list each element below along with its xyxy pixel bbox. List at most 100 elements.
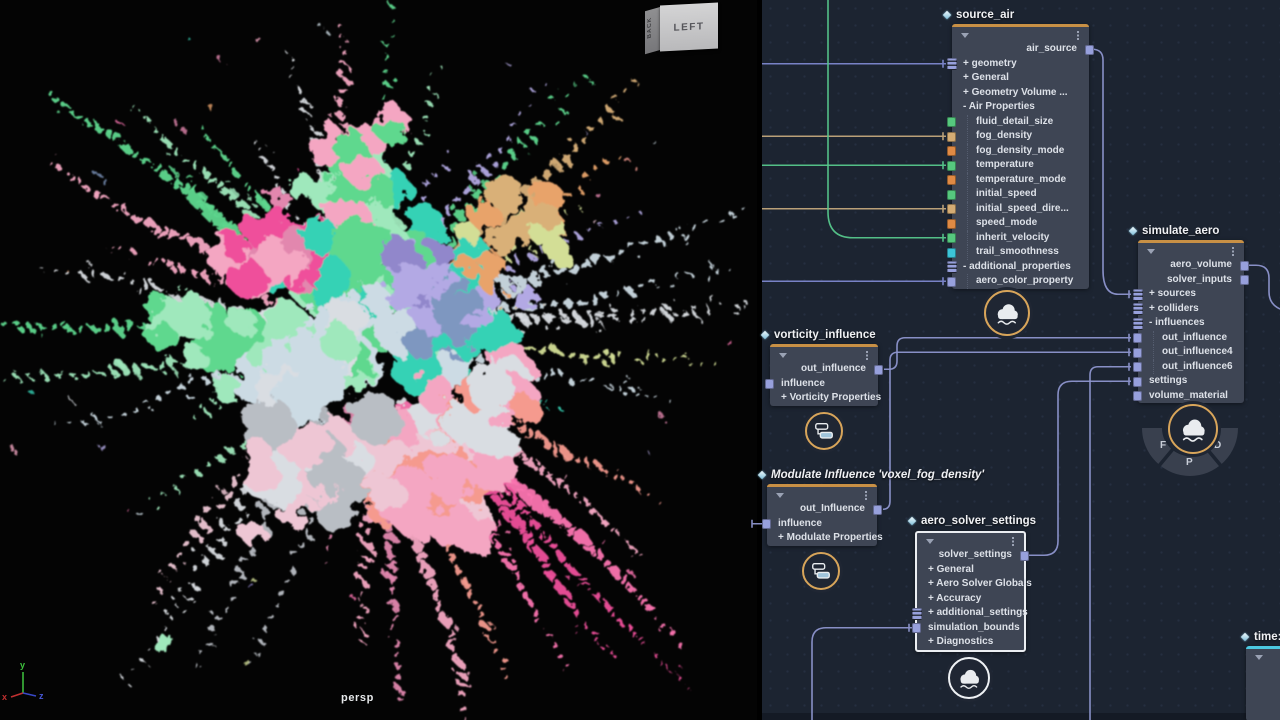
collapse-triangle-icon[interactable] (779, 353, 787, 358)
attr-row[interactable]: out_influence4 (1138, 345, 1244, 360)
attr-row[interactable]: trail_smoothness (952, 245, 1089, 260)
attr-row[interactable]: volume_material (1138, 389, 1244, 404)
port-solver-inputs[interactable] (1240, 275, 1249, 285)
node-aero-solver-settings[interactable]: aero_solver_settings solver_settings + G… (915, 531, 1026, 652)
attr-row[interactable]: initial_speed (952, 187, 1089, 202)
node-time[interactable]: time: (1246, 646, 1280, 720)
attr-row[interactable]: + Diagnostics (917, 635, 1024, 650)
port-air-source[interactable] (1085, 45, 1094, 55)
attr-row[interactable]: + Aero Solver Globals (917, 577, 1024, 592)
port-geometry[interactable] (947, 58, 957, 70)
vorticity-node-icon[interactable] (805, 412, 843, 450)
attr-row[interactable]: + Vorticity Properties (770, 391, 878, 406)
attr-row[interactable]: aero_color_property (952, 274, 1089, 289)
port-out-influence[interactable] (874, 365, 883, 375)
attr-row[interactable]: speed_mode (952, 216, 1089, 231)
port-out-influence6[interactable] (1133, 362, 1142, 372)
port-aero-volume[interactable] (1240, 261, 1249, 271)
output-row[interactable]: solver_inputs (1138, 273, 1244, 288)
port-influences[interactable] (1133, 318, 1143, 330)
port-influence[interactable] (765, 379, 774, 389)
port-sources[interactable] (1133, 289, 1143, 301)
node-vorticity-influence[interactable]: vorticity_influence out_influence influe… (770, 344, 878, 406)
output-row[interactable]: solver_settings (917, 548, 1024, 563)
port-fluid-detail-size[interactable] (947, 117, 956, 127)
attr-row[interactable]: + geometry (952, 57, 1089, 72)
output-row[interactable]: aero_volume (1138, 258, 1244, 273)
port-additional-settings[interactable] (912, 608, 922, 620)
port-speed-mode[interactable] (947, 219, 956, 229)
attr-row[interactable]: + Modulate Properties (767, 531, 877, 546)
attr-row[interactable]: simulation_bounds (917, 621, 1024, 636)
solver-node-icon[interactable] (948, 657, 990, 699)
collapse-triangle-icon[interactable] (1255, 655, 1263, 660)
port-temperature-mode[interactable] (947, 175, 956, 185)
dial-button-f[interactable]: F (1160, 440, 1166, 451)
port-out-influence[interactable] (873, 505, 882, 515)
port-volume-material[interactable] (1133, 391, 1142, 401)
port-influence[interactable] (762, 519, 771, 529)
attr-row[interactable]: settings (1138, 374, 1244, 389)
collapse-triangle-icon[interactable] (776, 493, 784, 498)
simulate-node-icon[interactable] (1168, 404, 1218, 454)
node-title[interactable]: vorticity_influence (762, 329, 876, 341)
node-source-air[interactable]: source_air air_source + geometry + Gener… (952, 24, 1089, 289)
attr-row[interactable]: + sources (1138, 287, 1244, 302)
view-cube[interactable]: BACK LEFT (645, 2, 723, 60)
port-out-influence[interactable] (1133, 333, 1142, 343)
menu-dots-icon[interactable] (865, 491, 867, 493)
port-fog-density-mode[interactable] (947, 146, 956, 156)
attr-row[interactable]: fog_density (952, 129, 1089, 144)
attr-row[interactable]: initial_speed_dire... (952, 202, 1089, 217)
port-initial-speed[interactable] (947, 190, 956, 200)
collapse-triangle-icon[interactable] (1147, 249, 1155, 254)
viewport-3d[interactable]: BACK LEFT y x z persp (0, 0, 757, 720)
attr-row[interactable]: - influences (1138, 316, 1244, 331)
port-colliders[interactable] (1133, 303, 1143, 315)
attr-row[interactable]: temperature (952, 158, 1089, 173)
attr-row[interactable]: - additional_properties (952, 260, 1089, 275)
collapse-triangle-icon[interactable] (926, 539, 934, 544)
attr-row[interactable]: + Geometry Volume ... (952, 86, 1089, 101)
attr-row[interactable]: temperature_mode (952, 173, 1089, 188)
menu-dots-icon[interactable] (1077, 31, 1079, 33)
node-simulate-aero[interactable]: simulate_aero aero_volume solver_inputs … (1138, 240, 1244, 403)
port-initial-speed-direction[interactable] (947, 204, 956, 214)
modulate-node-icon[interactable] (802, 552, 840, 590)
node-title[interactable]: time: (1242, 631, 1280, 643)
dial-button-p[interactable]: P (1186, 457, 1193, 468)
node-title[interactable]: simulate_aero (1130, 225, 1219, 237)
attr-row[interactable]: + additional_settings (917, 606, 1024, 621)
attr-row[interactable]: inherit_velocity (952, 231, 1089, 246)
source-air-node-icon[interactable] (984, 290, 1030, 336)
port-settings[interactable] (1133, 377, 1142, 387)
menu-dots-icon[interactable] (1012, 537, 1014, 539)
collapse-triangle-icon[interactable] (961, 33, 969, 38)
dial-button-d[interactable]: D (1214, 440, 1221, 451)
port-inherit-velocity[interactable] (947, 233, 956, 243)
output-row[interactable]: air_source (952, 42, 1089, 57)
port-simulation-bounds[interactable] (912, 623, 921, 633)
port-out-influence4[interactable] (1133, 348, 1142, 358)
node-title[interactable]: Modulate Influence 'voxel_fog_density' (759, 469, 984, 481)
port-solver-settings[interactable] (1020, 551, 1029, 561)
view-cube-face-left[interactable]: LEFT (660, 2, 718, 51)
attr-row[interactable]: + colliders (1138, 302, 1244, 317)
node-modulate-influence[interactable]: Modulate Influence 'voxel_fog_density' o… (767, 484, 877, 546)
attr-row[interactable]: fluid_detail_size (952, 115, 1089, 130)
port-fog-density[interactable] (947, 132, 956, 142)
attr-row[interactable]: out_influence (1138, 331, 1244, 346)
attr-row[interactable]: + Accuracy (917, 592, 1024, 607)
port-trail-smoothness[interactable] (947, 248, 956, 258)
port-temperature[interactable] (947, 161, 956, 171)
port-additional-properties[interactable] (947, 261, 957, 273)
node-title[interactable]: aero_solver_settings (909, 515, 1036, 527)
menu-dots-icon[interactable] (1232, 247, 1234, 249)
attr-row[interactable]: fog_density_mode (952, 144, 1089, 159)
attr-row[interactable]: out_influence6 (1138, 360, 1244, 375)
attr-row[interactable]: influence (767, 517, 877, 532)
output-row[interactable]: out_influence (770, 362, 878, 377)
menu-dots-icon[interactable] (866, 351, 868, 353)
attr-row[interactable]: + General (917, 563, 1024, 578)
port-aero-color-property[interactable] (947, 277, 956, 287)
